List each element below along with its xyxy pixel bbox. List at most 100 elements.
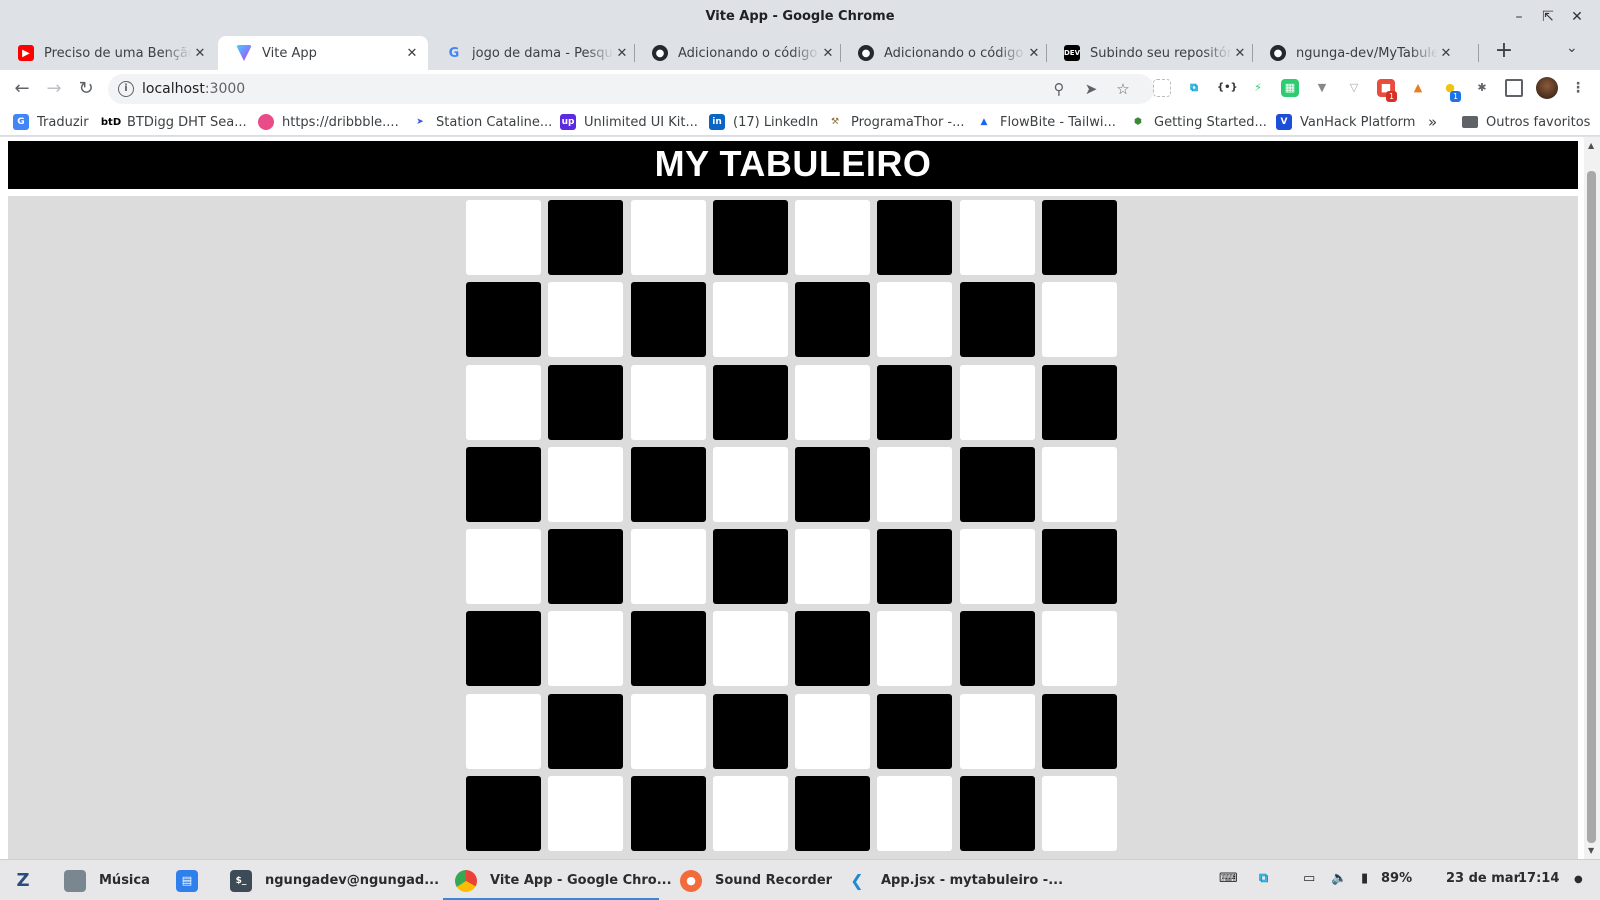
extension-json-icon[interactable]: {•}	[1217, 79, 1238, 97]
board-square-dark[interactable]	[630, 611, 706, 687]
board-square-dark[interactable]	[466, 611, 541, 687]
address-bar[interactable]: i localhost:3000 ⚲ ➤ ☆	[108, 74, 1154, 104]
board-square-light[interactable]	[548, 446, 624, 522]
bookmark-star-icon[interactable]: ☆	[1114, 80, 1132, 98]
board-square-light[interactable]	[1042, 776, 1118, 852]
board-square-dark[interactable]	[795, 776, 871, 852]
bookmark-btdigg[interactable]: btD BTDigg DHT Sea...	[101, 113, 247, 131]
board-square-light[interactable]	[466, 693, 541, 769]
close-icon[interactable]: ✕	[1438, 46, 1454, 61]
close-icon[interactable]: ✕	[820, 46, 836, 61]
tab-github-3[interactable]: ● ngunga-dev/MyTabuleiro ✕	[1252, 36, 1462, 70]
board-square-dark[interactable]	[548, 200, 624, 275]
minimize-icon[interactable]: –	[1508, 6, 1530, 28]
board-square-light[interactable]	[548, 776, 624, 852]
task-musica[interactable]: Música	[64, 860, 150, 900]
keyboard-icon[interactable]: ⌨	[1219, 871, 1238, 886]
site-info-icon[interactable]: i	[118, 81, 134, 97]
board-square-dark[interactable]	[630, 282, 706, 358]
board-square-light[interactable]	[1042, 611, 1118, 687]
tab-github-2[interactable]: ● Adicionando o código local ✕	[840, 36, 1050, 70]
task-terminal[interactable]: $_ ngungadev@ngungad...	[230, 860, 439, 900]
board-square-light[interactable]	[877, 776, 953, 852]
close-icon[interactable]: ✕	[1232, 46, 1248, 61]
board-square-dark[interactable]	[1042, 529, 1118, 605]
board-square-dark[interactable]	[630, 776, 706, 852]
board-square-dark[interactable]	[548, 693, 624, 769]
board-square-light[interactable]	[630, 200, 706, 275]
board-square-dark[interactable]	[548, 364, 624, 440]
bookmark-station[interactable]: ➤ Station Cataline...	[412, 113, 552, 131]
tab-github-1[interactable]: ● Adicionando o código local ✕	[634, 36, 844, 70]
board-square-dark[interactable]	[959, 776, 1035, 852]
scroll-up-icon[interactable]: ▲	[1588, 141, 1594, 150]
tab-dev[interactable]: DEV Subindo seu repositório ✕	[1046, 36, 1256, 70]
bookmark-programathor[interactable]: ⚒ ProgramaThor -...	[827, 113, 965, 131]
task-vscode[interactable]: ❮ App.jsx - mytabuleiro -...	[846, 860, 1063, 900]
page-scrollbar[interactable]: ▲ ▼	[1584, 137, 1600, 859]
extension-vue-icon[interactable]: ▼	[1313, 79, 1331, 97]
board-square-light[interactable]	[795, 200, 871, 275]
url-text[interactable]: localhost:3000	[142, 81, 245, 97]
bookmark-other-folder[interactable]: Outros favoritos	[1462, 113, 1590, 131]
board-square-dark[interactable]	[712, 529, 788, 605]
bookmark-dribbble[interactable]: https://dribbble....	[258, 113, 399, 131]
board-square-dark[interactable]	[1042, 200, 1118, 275]
board-square-light[interactable]	[959, 200, 1035, 275]
board-square-light[interactable]	[712, 776, 788, 852]
board-square-dark[interactable]	[795, 611, 871, 687]
battery-icon[interactable]: ▮	[1361, 871, 1368, 886]
close-window-icon[interactable]: ✕	[1566, 6, 1588, 28]
reload-icon[interactable]: ↻	[74, 77, 98, 101]
bookmark-traduzir[interactable]: G Traduzir	[13, 113, 89, 131]
board-square-dark[interactable]	[877, 529, 953, 605]
board-square-dark[interactable]	[877, 364, 953, 440]
extension-green-icon[interactable]: ▦	[1281, 79, 1299, 97]
board-square-light[interactable]	[548, 611, 624, 687]
board-square-dark[interactable]	[466, 446, 541, 522]
app-menu-icon[interactable]: Z	[12, 860, 47, 900]
zoom-icon[interactable]: ⚲	[1050, 80, 1068, 98]
scrollbar-thumb[interactable]	[1587, 171, 1596, 843]
metamask-icon[interactable]: ▲	[1409, 79, 1427, 97]
board-square-light[interactable]	[712, 611, 788, 687]
avatar[interactable]	[1536, 77, 1558, 99]
new-tab-icon[interactable]: +	[1490, 38, 1518, 66]
board-square-light[interactable]	[959, 364, 1035, 440]
board-square-light[interactable]	[795, 529, 871, 605]
bookmark-ui-kit[interactable]: up Unlimited UI Kit...	[560, 113, 698, 131]
board-square-light[interactable]	[877, 282, 953, 358]
board-square-dark[interactable]	[1042, 693, 1118, 769]
time-text[interactable]: 17:14	[1518, 871, 1559, 886]
board-square-dark[interactable]	[712, 364, 788, 440]
board-square-light[interactable]	[795, 693, 871, 769]
board-square-dark[interactable]	[712, 693, 788, 769]
puzzle-icon[interactable]: ✱	[1473, 79, 1491, 97]
extension-bolt-icon[interactable]: ⚡	[1249, 79, 1267, 97]
tab-google-search[interactable]: G jogo de dama - Pesquisa ✕	[428, 36, 638, 70]
display-icon[interactable]: ▭	[1303, 871, 1315, 886]
screen-share-icon[interactable]: ⧉	[1259, 871, 1268, 886]
side-panel-icon[interactable]	[1505, 79, 1523, 97]
date-text[interactable]: 23 de mar	[1446, 871, 1520, 886]
board-square-dark[interactable]	[959, 446, 1035, 522]
board-square-light[interactable]	[959, 693, 1035, 769]
battery-percent[interactable]: 89%	[1381, 871, 1412, 886]
extension-vue-alt-icon[interactable]: ▽	[1345, 79, 1363, 97]
board-square-dark[interactable]	[548, 529, 624, 605]
bookmark-vanhack[interactable]: V VanHack Platform	[1276, 113, 1415, 131]
back-icon[interactable]: ←	[10, 77, 34, 101]
board-square-light[interactable]	[466, 200, 541, 275]
board-square-dark[interactable]	[795, 446, 871, 522]
task-sound-recorder[interactable]: ● Sound Recorder	[680, 860, 832, 900]
board-square-dark[interactable]	[877, 200, 953, 275]
board-square-dark[interactable]	[877, 693, 953, 769]
board-square-light[interactable]	[630, 693, 706, 769]
send-icon[interactable]: ➤	[1082, 80, 1100, 98]
tab-vite-app[interactable]: Vite App ✕	[218, 36, 428, 70]
board-square-dark[interactable]	[959, 282, 1035, 358]
task-chrome[interactable]: Vite App - Google Chro...	[443, 860, 672, 900]
extension-screen-icon[interactable]: ⧉	[1185, 79, 1203, 97]
board-square-dark[interactable]	[630, 446, 706, 522]
board-square-light[interactable]	[630, 529, 706, 605]
